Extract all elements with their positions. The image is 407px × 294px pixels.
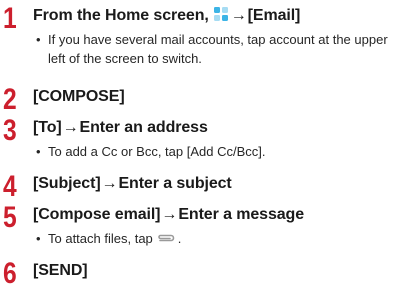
step-note: • To attach files, tap.: [36, 229, 396, 248]
step-title-prefix: [Subject]: [33, 175, 101, 192]
bullet: •: [36, 32, 41, 47]
bullet: •: [36, 231, 41, 246]
step-note: • To add a Cc or Bcc, tap [Add Cc/Bcc].: [36, 142, 396, 161]
step-note: • If you have several mail accounts, tap…: [36, 30, 396, 68]
step-title-suffix: Enter an address: [79, 119, 208, 136]
bullet: •: [36, 144, 41, 159]
arrow: →: [230, 7, 247, 24]
step-note-text: If you have several mail accounts, tap a…: [48, 32, 388, 66]
step-title: From the Home screen, →[Email]: [33, 6, 300, 26]
step-title: [To]→Enter an address: [33, 118, 208, 138]
arrow: →: [161, 206, 178, 223]
step-title: [SEND]: [33, 262, 88, 279]
apps-grid-icon: [213, 6, 229, 22]
step-title-prefix: From the Home screen,: [33, 7, 209, 24]
step-title: [COMPOSE]: [33, 88, 125, 105]
step-note-text: To add a Cc or Bcc, tap [Add Cc/Bcc].: [48, 144, 266, 159]
step-number: 2: [3, 83, 17, 116]
step-note-text: To attach files, tap: [48, 231, 153, 246]
paperclip-icon: [156, 229, 176, 242]
step-title: [Compose email]→Enter a message: [33, 205, 304, 225]
arrow: →: [101, 175, 118, 192]
step-number: 4: [3, 170, 17, 203]
arrow: →: [62, 119, 79, 136]
step-number: 1: [3, 2, 17, 35]
step-note-suffix: .: [177, 231, 182, 246]
step-title-prefix: [Compose email]: [33, 206, 161, 223]
step-title-prefix: [To]: [33, 119, 62, 136]
step-title: [Subject]→Enter a subject: [33, 174, 232, 194]
step-title-suffix: Enter a message: [178, 206, 305, 223]
step-number: 3: [3, 114, 17, 147]
step-title-suffix: [Email]: [247, 7, 301, 24]
step-title-suffix: Enter a subject: [118, 175, 232, 192]
step-number: 5: [3, 201, 17, 234]
step-number: 6: [3, 257, 17, 290]
